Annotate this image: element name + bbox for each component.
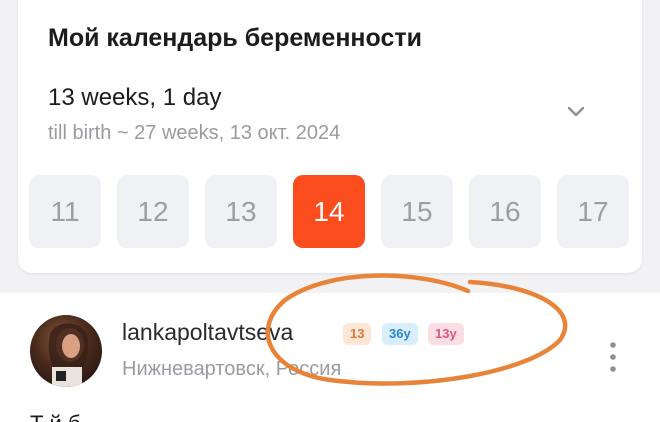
chevron-down-icon[interactable] (564, 100, 588, 124)
week-selector: 11 12 13 14 15 16 17 (29, 175, 629, 248)
avatar[interactable] (30, 315, 102, 387)
week-pill[interactable]: 12 (117, 175, 189, 248)
calendar-title: Мой календарь беременности (48, 24, 422, 52)
post-location: Нижневартовск, Россия (122, 358, 342, 380)
age-badge: 13 (343, 323, 372, 345)
avatar-photo (48, 323, 89, 387)
pregnancy-calendar-card: Мой календарь беременности 13 weeks, 1 d… (18, 0, 642, 273)
more-options-icon[interactable] (604, 340, 622, 374)
week-pill[interactable]: 15 (381, 175, 453, 248)
current-week-label: 13 weeks, 1 day (48, 84, 222, 111)
post-item: lankapoltavtseva 13 36у 13у Нижневартовс… (0, 293, 660, 422)
week-pill[interactable]: 11 (29, 175, 101, 248)
week-pill-active[interactable]: 14 (293, 175, 365, 248)
post-username[interactable]: lankapoltavtseva (122, 319, 293, 346)
screen: Мой календарь беременности 13 weeks, 1 d… (0, 0, 660, 422)
week-pill[interactable]: 16 (469, 175, 541, 248)
age-badge: 36у (382, 323, 418, 345)
post-text-preview: Т й б (30, 411, 81, 422)
age-badge: 13у (428, 323, 464, 345)
till-birth-label: till birth ~ 27 weeks, 13 окт. 2024 (48, 122, 341, 144)
week-pill[interactable]: 13 (205, 175, 277, 248)
week-pill[interactable]: 17 (557, 175, 629, 248)
